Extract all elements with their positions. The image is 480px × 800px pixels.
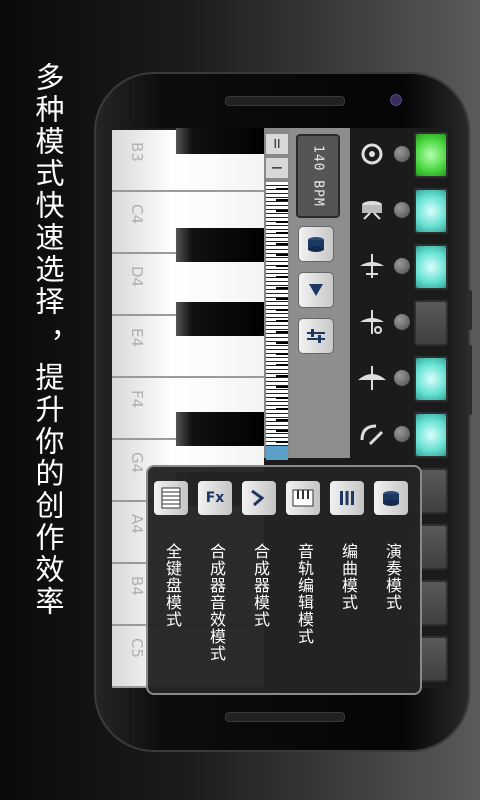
key-label: C5	[128, 638, 146, 659]
drum-row	[350, 352, 452, 408]
cymbal-icon	[358, 366, 386, 390]
phone-side-button	[466, 290, 472, 330]
bass-drum-icon	[361, 143, 383, 165]
drum-pad[interactable]	[414, 300, 448, 346]
menu-item-synth[interactable]: 合成器模式	[238, 481, 280, 681]
phone-side-button	[466, 345, 472, 415]
drum-row	[350, 240, 452, 296]
drum-icon	[308, 237, 324, 252]
fx-icon: Fx	[198, 481, 232, 515]
bpm-text: 140 BPM	[310, 145, 326, 207]
menu-item-full-keyboard[interactable]: 全键盘模式	[150, 481, 192, 681]
drum-row	[350, 296, 452, 352]
mixer-button[interactable]	[298, 318, 334, 354]
menu-item-label: 全键盘模式	[163, 543, 182, 628]
mixer-icon	[307, 329, 325, 343]
play-button[interactable]	[298, 272, 334, 308]
bpm-display[interactable]: 140 BPM	[296, 134, 340, 218]
mini-keyboard-black-keys	[276, 182, 288, 458]
phone-camera	[390, 94, 402, 106]
waveform-icon	[242, 481, 276, 515]
drum-pad[interactable]	[414, 132, 448, 178]
tom-icon	[360, 424, 384, 446]
track-keyboard-icon	[286, 481, 320, 515]
menu-item-perform[interactable]: 演奏模式	[370, 481, 412, 681]
hihat-open-icon	[360, 310, 384, 334]
hihat-closed-icon	[360, 254, 384, 278]
menu-item-compose[interactable]: 编曲模式	[326, 481, 368, 681]
drum-pad[interactable]	[414, 356, 448, 402]
key-label: E4	[128, 328, 146, 348]
pause-icon[interactable]: II	[266, 134, 288, 154]
drum-pad[interactable]	[414, 244, 448, 290]
menu-item-track-edit[interactable]: 音轨编辑模式	[282, 481, 324, 681]
drum-indicator	[394, 314, 410, 330]
menu-item-label: 合成器音效模式	[207, 543, 226, 662]
drum-pad[interactable]	[414, 412, 448, 458]
piano-black-key[interactable]	[176, 302, 266, 336]
drum-button[interactable]	[298, 226, 334, 262]
key-label: F4	[128, 390, 146, 409]
menu-item-label: 合成器模式	[251, 543, 270, 628]
key-label: G4	[128, 452, 146, 474]
menu-item-label: 音轨编辑模式	[295, 543, 314, 645]
drum-row	[350, 408, 452, 464]
control-panel: 140 BPM	[290, 128, 350, 458]
promo-text: 多种模式快速选择 ，提升你的创作效率	[31, 62, 65, 619]
menu-item-label: 演奏模式	[383, 543, 402, 611]
phone-earpiece-top	[225, 96, 345, 106]
piano-black-key[interactable]	[176, 412, 266, 446]
drum-row	[350, 184, 452, 240]
key-label: D4	[128, 266, 146, 288]
piano-black-key[interactable]	[176, 128, 266, 154]
menu-item-label: 编曲模式	[339, 543, 358, 611]
minus-icon[interactable]: −	[266, 158, 288, 178]
piano-black-key[interactable]	[176, 228, 266, 262]
drum-indicator	[394, 258, 410, 274]
keyboard-navigator[interactable]: II −	[264, 128, 290, 460]
key-label: A4	[128, 514, 146, 534]
key-label: B3	[128, 142, 146, 162]
navigator-handle[interactable]	[266, 446, 288, 460]
menu-item-synth-fx[interactable]: Fx 合成器音效模式	[194, 481, 236, 681]
snare-drum-icon	[362, 201, 382, 220]
mode-menu: 演奏模式 编曲模式 音轨编辑模式 合成器模式 Fx 合成器音效模式 全键盘模式	[146, 465, 422, 695]
sequencer-icon	[330, 481, 364, 515]
play-icon	[309, 284, 323, 296]
drum-indicator	[394, 146, 410, 162]
phone-earpiece	[225, 712, 345, 722]
key-label: B4	[128, 576, 146, 596]
drum-mode-icon	[374, 481, 408, 515]
drum-indicator	[394, 426, 410, 442]
key-label: C4	[128, 204, 146, 225]
full-keyboard-icon	[154, 481, 188, 515]
drum-indicator	[394, 370, 410, 386]
drum-pad[interactable]	[414, 188, 448, 234]
drum-indicator	[394, 202, 410, 218]
drum-row	[350, 128, 452, 184]
